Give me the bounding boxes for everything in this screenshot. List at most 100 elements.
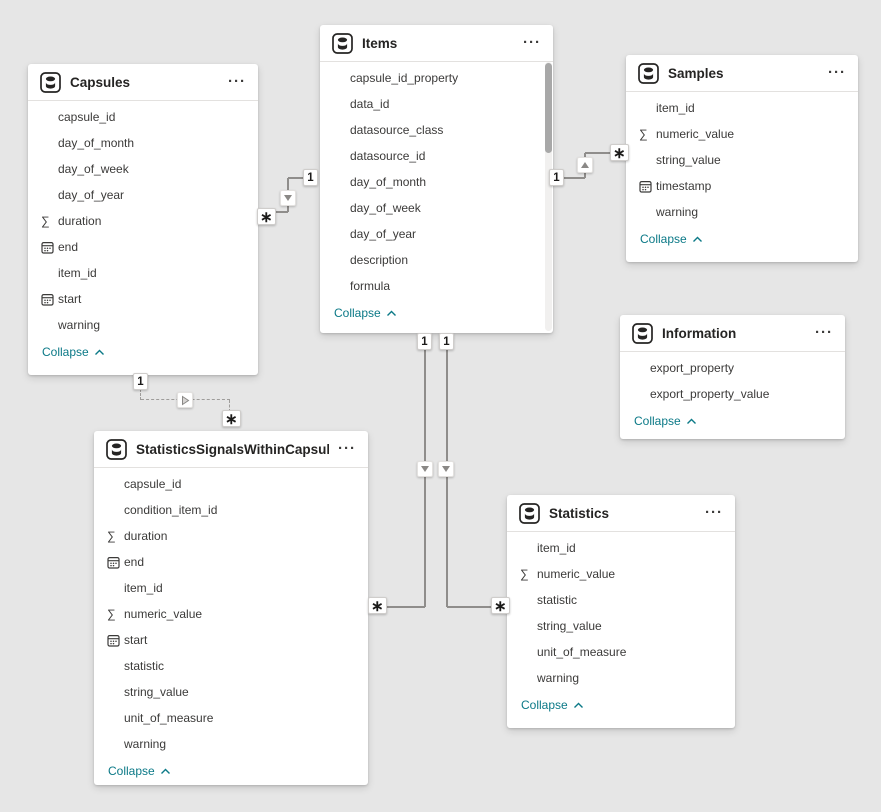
relationship-line[interactable]: [384, 606, 425, 608]
relationship-line[interactable]: [424, 349, 426, 607]
field-row[interactable]: export_property: [620, 355, 845, 381]
field-list: capsule_id day_of_month day_of_weekday_of_…: [28, 101, 258, 338]
entity-header[interactable]: StatisticsSignalsWithinCapsules···: [94, 431, 368, 468]
field-row[interactable]: warning: [507, 665, 735, 691]
field-row[interactable]: export_property_value: [620, 381, 845, 407]
field-row[interactable]: datasource_id: [320, 143, 553, 169]
field-label: warning: [58, 318, 100, 332]
field-row[interactable]: statistic: [507, 587, 735, 613]
collapse-link[interactable]: Collapse: [334, 306, 397, 320]
more-options-button[interactable]: ···: [828, 69, 846, 77]
field-row[interactable]: string_value: [94, 679, 368, 705]
entity-header[interactable]: Capsules ···: [28, 64, 258, 101]
field-row[interactable]: warning: [28, 312, 258, 338]
field-label: item_id: [124, 581, 163, 595]
field-row[interactable]: day_of_week: [320, 195, 553, 221]
entity-header[interactable]: Items···: [320, 25, 553, 62]
field-row[interactable]: item_id: [626, 95, 858, 121]
collapse-link[interactable]: Collapse: [521, 698, 584, 712]
field-label: formula: [350, 279, 390, 293]
field-row[interactable]: data_id: [320, 91, 553, 117]
field-label: start: [124, 633, 147, 647]
field-row[interactable]: start: [94, 627, 368, 653]
field-row[interactable]: description: [320, 247, 553, 273]
cardinality-label: 1: [303, 169, 318, 186]
field-row[interactable]: item_id: [94, 575, 368, 601]
collapse-link[interactable]: Collapse: [634, 414, 697, 428]
field-row[interactable]: ∑duration: [28, 208, 258, 234]
cardinality-label: ∗: [257, 208, 276, 225]
filter-arrow-down-icon[interactable]: [280, 190, 296, 206]
field-row[interactable]: ∑duration: [94, 523, 368, 549]
field-label: capsule_id_property: [350, 71, 458, 85]
field-row[interactable]: statistic: [94, 653, 368, 679]
field-label: string_value: [124, 685, 189, 699]
triangle-down: [421, 466, 429, 472]
field-row[interactable]: end: [28, 234, 258, 260]
field-label: capsule_id: [58, 110, 115, 124]
field-row[interactable]: warning: [626, 199, 858, 225]
field-row[interactable]: timestamp: [626, 173, 858, 199]
relationship-line[interactable]: [446, 349, 448, 607]
field-row[interactable]: end: [94, 549, 368, 575]
collapse-link[interactable]: Collapse: [108, 764, 171, 778]
field-row[interactable]: ∑numeric_value: [94, 601, 368, 627]
field-row[interactable]: capsule_id: [94, 471, 368, 497]
field-row[interactable]: item_id: [28, 260, 258, 286]
field-row[interactable]: capsule_id_property: [320, 65, 553, 91]
field-label: string_value: [656, 153, 721, 167]
field-row[interactable]: unit_of_measure: [94, 705, 368, 731]
field-label: statistic: [537, 593, 577, 607]
calendar-icon: [41, 293, 58, 306]
field-label: day_of_month: [58, 136, 134, 150]
field-label: numeric_value: [656, 127, 734, 141]
entity-title: Capsules: [70, 75, 219, 90]
field-row[interactable]: datasource_class: [320, 117, 553, 143]
field-row[interactable]: string_value: [507, 613, 735, 639]
field-row[interactable]: ∑numeric_value: [626, 121, 858, 147]
scrollbar-thumb[interactable]: [545, 63, 552, 153]
filter-arrow-down-icon[interactable]: [438, 461, 454, 477]
field-label: end: [58, 240, 78, 254]
entity-header[interactable]: Statistics···: [507, 495, 735, 532]
collapse-link[interactable]: Collapse: [42, 345, 105, 359]
more-options-button[interactable]: ···: [338, 445, 356, 453]
table-database-icon: [106, 439, 127, 460]
sigma-icon: ∑: [41, 215, 58, 227]
field-label: end: [124, 555, 144, 569]
more-options-button[interactable]: ···: [228, 78, 246, 86]
entity-header[interactable]: Information···: [620, 315, 845, 352]
field-row[interactable]: formula: [320, 273, 553, 299]
cardinality-label: ∗: [491, 597, 510, 614]
field-row[interactable]: warning: [94, 731, 368, 757]
field-row[interactable]: capsule_id: [28, 104, 258, 130]
collapse-label: Collapse: [640, 232, 687, 246]
field-label: datasource_id: [350, 149, 425, 163]
filter-arrow-up-icon[interactable]: [577, 157, 593, 173]
collapse-link[interactable]: Collapse: [640, 232, 703, 246]
field-row[interactable]: day_of_month: [320, 169, 553, 195]
field-row[interactable]: item_id: [507, 535, 735, 561]
field-row[interactable]: string_value: [626, 147, 858, 173]
more-options-button[interactable]: ···: [815, 329, 833, 337]
field-row[interactable]: unit_of_measure: [507, 639, 735, 665]
field-row[interactable]: ∑numeric_value: [507, 561, 735, 587]
entity-header[interactable]: Samples ···: [626, 55, 858, 92]
field-row[interactable]: day_of_year: [320, 221, 553, 247]
field-label: warning: [537, 671, 579, 685]
filter-arrow-down-icon[interactable]: [417, 461, 433, 477]
field-row[interactable]: day_of_month: [28, 130, 258, 156]
entity-title: Samples: [668, 66, 819, 81]
calendar-icon: [107, 634, 124, 647]
more-options-button[interactable]: ···: [705, 509, 723, 517]
filter-arrow-right-icon[interactable]: [177, 392, 193, 408]
entity-card-statistics-signals-within-capsules: StatisticsSignalsWithinCapsules··· capsul…: [94, 431, 368, 785]
field-row[interactable]: condition_item_id: [94, 497, 368, 523]
more-options-button[interactable]: ···: [523, 39, 541, 47]
field-row[interactable]: day_of_year: [28, 182, 258, 208]
model-canvas[interactable]: Capsules···capsule_idday_of_monthday_of_…: [0, 0, 881, 812]
field-label: item_id: [58, 266, 97, 280]
cardinality-label: ∗: [368, 597, 387, 614]
field-row[interactable]: start: [28, 286, 258, 312]
field-row[interactable]: day_of_week: [28, 156, 258, 182]
